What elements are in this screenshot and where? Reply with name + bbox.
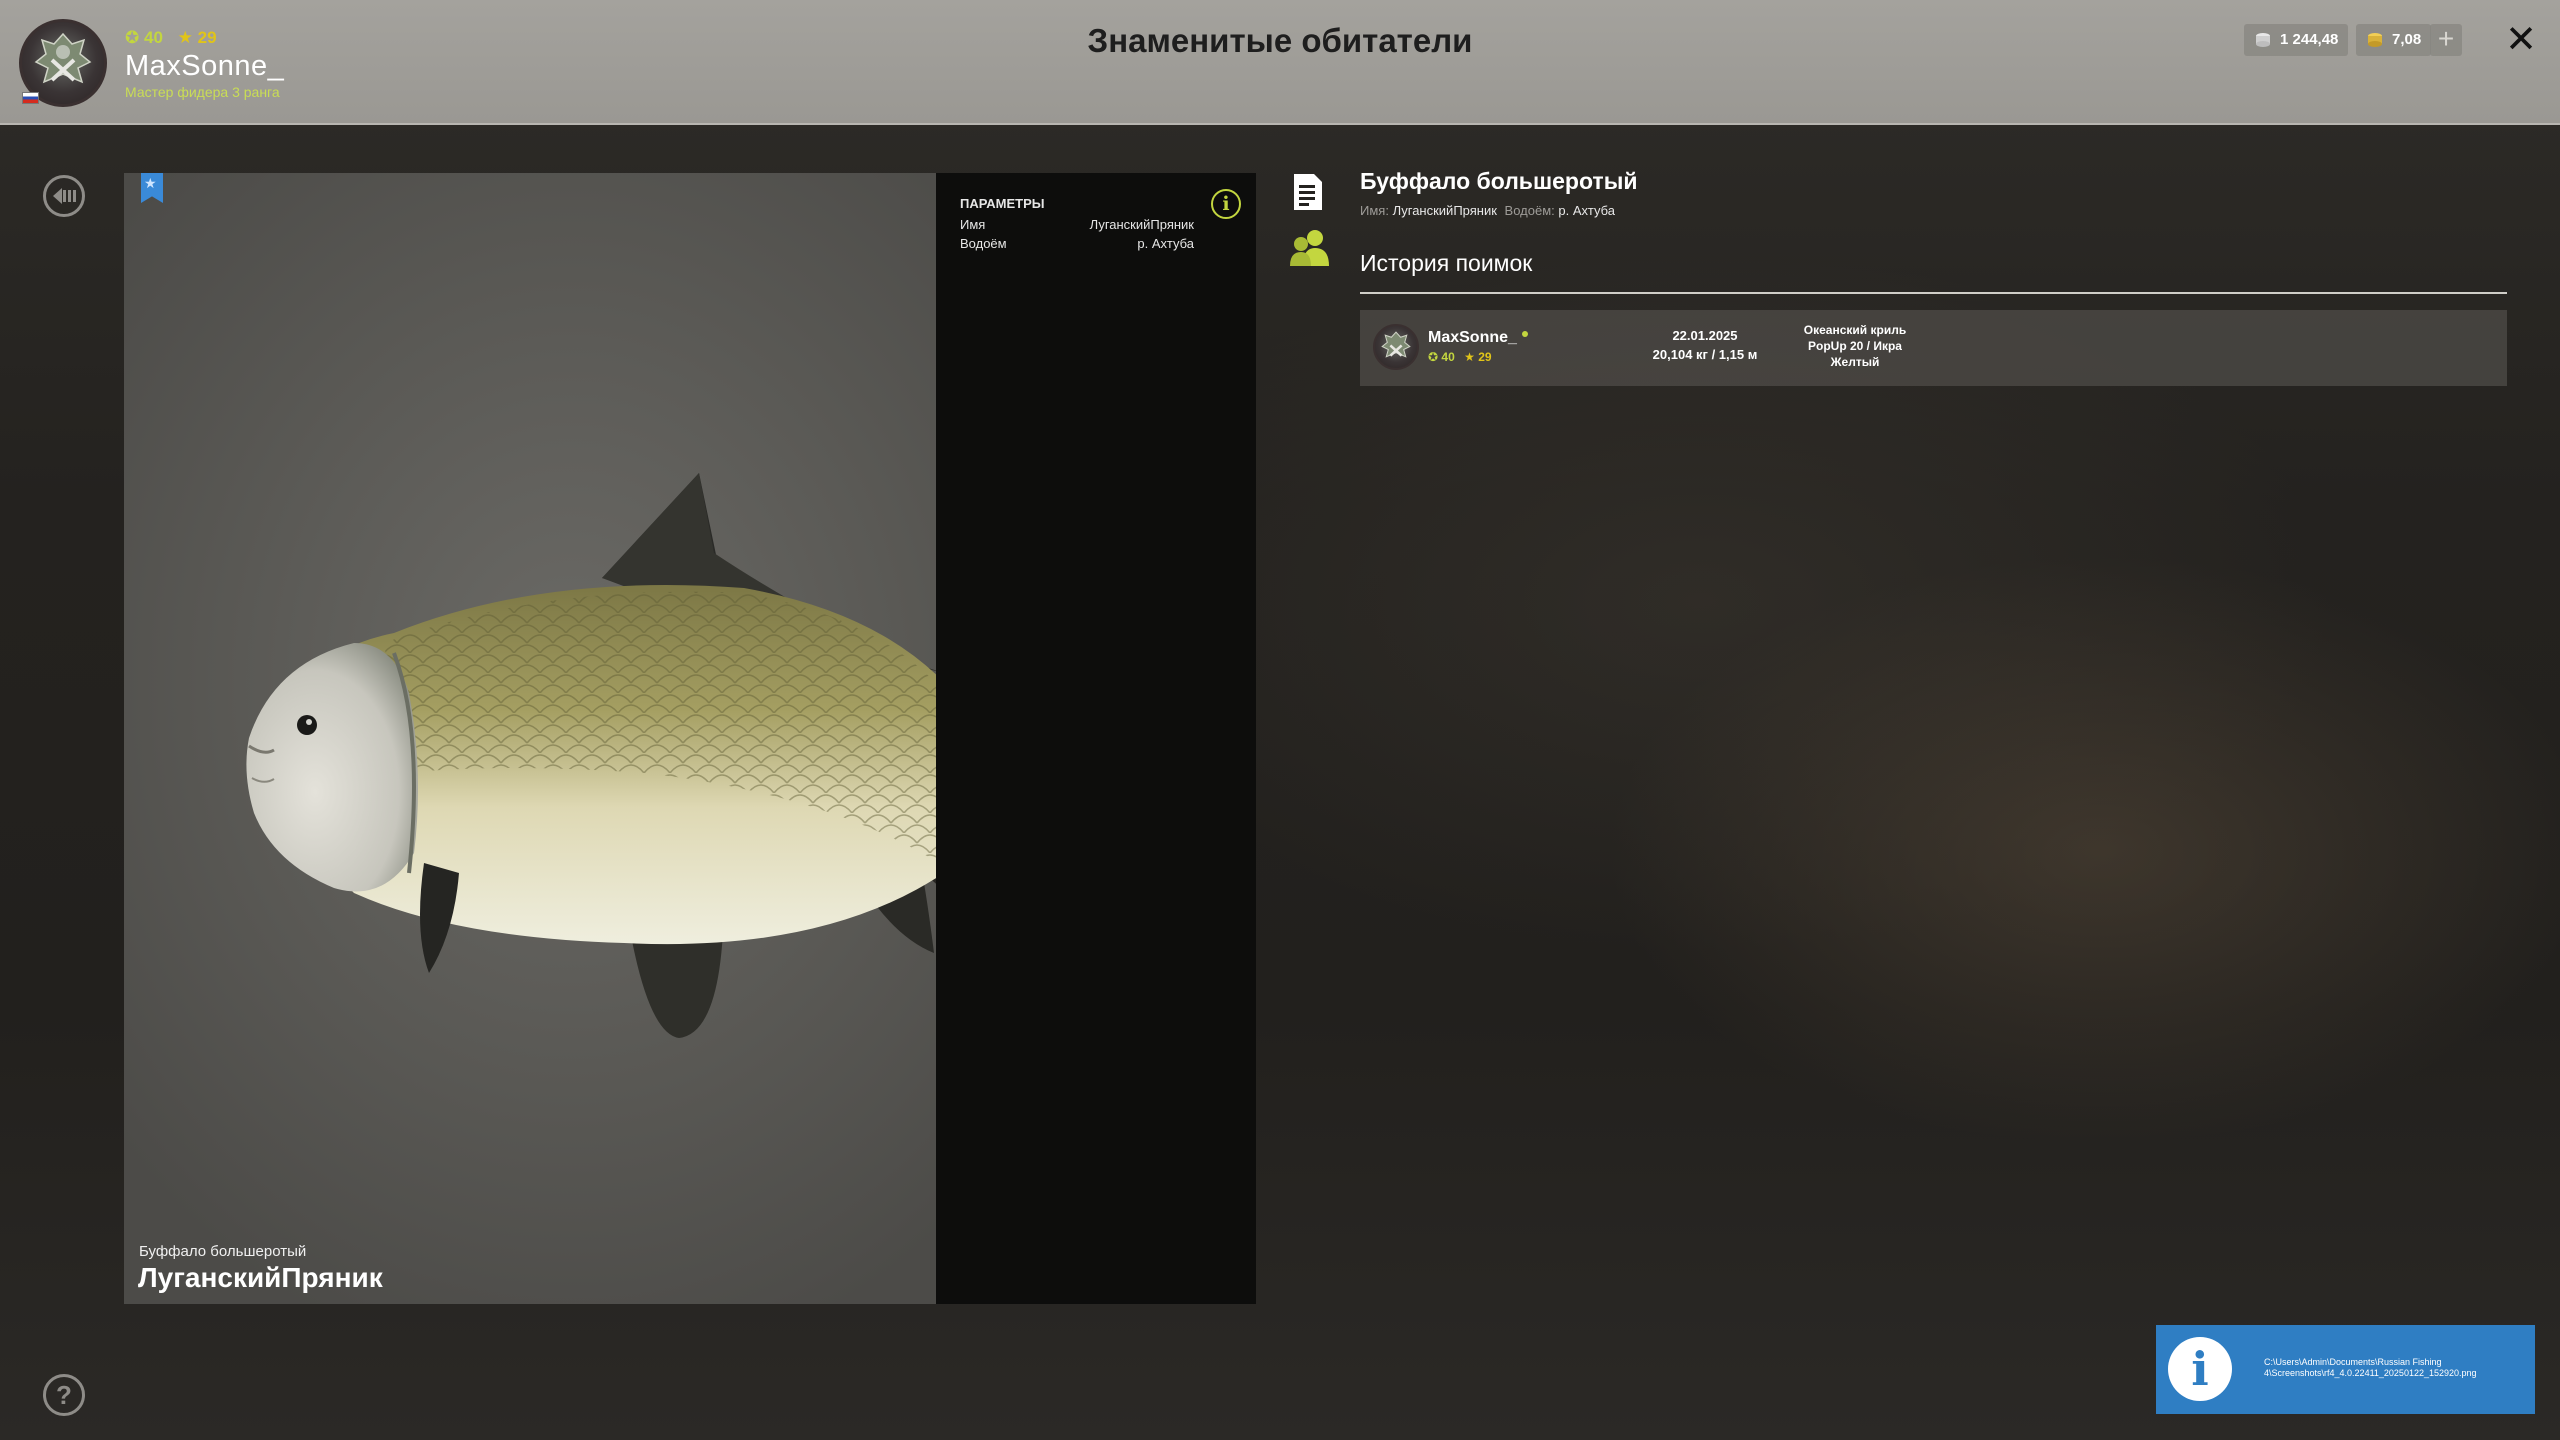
catch-history-title: История поимок (1360, 250, 1533, 276)
level-icon: ✪ (1428, 350, 1439, 364)
bait-line-2: PopUp 20 / Икра (1808, 339, 1902, 353)
silver-amount: 1 244,48 (2280, 31, 2339, 48)
user-rank: Мастер фидера 3 ранга (125, 84, 280, 100)
fish-image-card: ★ Буффало большеротый ЛуганскийПряник (124, 173, 936, 1304)
country-flag-icon (22, 92, 39, 104)
param-water-label: Водоём (960, 236, 1007, 251)
info-icon[interactable]: i (1211, 189, 1241, 219)
notification-text: C:\Users\Admin\Documents\Russian Fishing… (2264, 1357, 2477, 1378)
top-bar: ✪ 40 ★ 29 MaxSonne_ Мастер фидера 3 ранг… (0, 0, 2560, 125)
divider (1360, 292, 2507, 294)
param-water-value: р. Ахтуба (1137, 236, 1194, 251)
close-button[interactable]: ✕ (2503, 19, 2539, 61)
param-name-label: Имя (960, 217, 986, 232)
row-stars: 29 (1478, 350, 1492, 364)
avatar[interactable] (1373, 324, 1419, 370)
row-level: 40 (1441, 350, 1455, 364)
silver-balance[interactable]: 1 244,48 (2244, 24, 2349, 56)
screenshot-notification[interactable]: i C:\Users\Admin\Documents\Russian Fishi… (2156, 1325, 2535, 1414)
gold-coin-icon (2368, 33, 2382, 47)
parameters-title: ПАРАМЕТРЫ (960, 196, 1045, 211)
meta-name-value: ЛуганскийПряник (1392, 203, 1497, 218)
species-title: Буффало большеротый (1360, 168, 1638, 194)
help-button[interactable]: ? (43, 1374, 85, 1416)
param-name-value: ЛуганскийПряник (1089, 217, 1194, 232)
back-button[interactable] (43, 175, 85, 217)
online-indicator-icon (1522, 331, 1528, 337)
plus-icon: + (2437, 23, 2455, 54)
gold-amount: 7,08 (2392, 31, 2422, 48)
help-icon: ? (56, 1380, 72, 1410)
gold-balance[interactable]: 7,08 (2356, 24, 2432, 56)
row-username[interactable]: MaxSonne_ (1428, 329, 1517, 347)
meta-water-label: Водоём: (1504, 203, 1555, 218)
silver-coin-icon (2256, 33, 2270, 47)
parameters-panel: ПАРАМЕТРЫ Имя ЛуганскийПряник Водоём р. … (936, 173, 1256, 1304)
fish-species-caption: Буффало большеротый (139, 1243, 307, 1260)
meta-name-label: Имя: (1360, 203, 1389, 218)
add-currency-button[interactable]: + (2430, 24, 2462, 56)
star-icon: ★ (1464, 350, 1475, 364)
document-icon[interactable] (1292, 172, 1324, 217)
info-icon: i (2168, 1337, 2232, 1401)
meta-water-value: р. Ахтуба (1558, 203, 1615, 218)
bait-line-3: Желтый (1830, 355, 1880, 369)
page-title: Знаменитые обитатели (1087, 22, 1473, 59)
fish-illustration (246, 473, 936, 1038)
fish-name-caption: ЛуганскийПряник (138, 1262, 383, 1293)
row-user-stats: ✪ 40 ★ 29 (1428, 350, 1492, 364)
back-icon (53, 188, 76, 204)
bait-line-1: Океанский криль (1803, 323, 1907, 337)
close-icon: ✕ (2505, 19, 2537, 61)
avatar-emblem-icon (1381, 331, 1411, 358)
group-icon[interactable] (1289, 228, 1331, 273)
table-row[interactable]: MaxSonne_ ✪ 40 ★ 29 22.01.2025 20,104 кг… (1360, 310, 2507, 386)
fish-meta: Имя: ЛуганскийПряник Водоём: р. Ахтуба (1360, 203, 1615, 218)
bookmark-star-icon: ★ (144, 175, 157, 191)
